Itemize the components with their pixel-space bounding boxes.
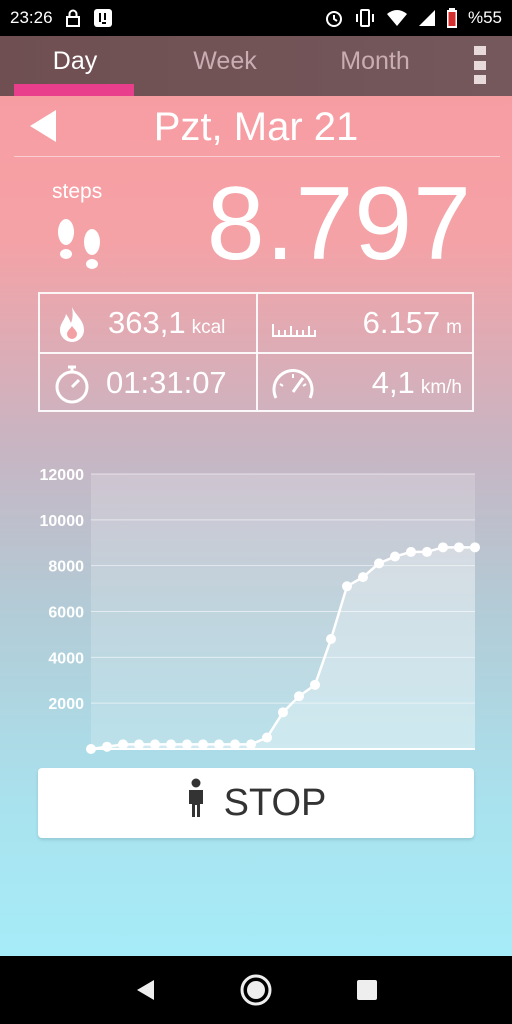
y-tick-label: 8000 xyxy=(48,559,84,576)
data-point xyxy=(118,739,128,750)
data-point xyxy=(278,707,288,718)
speed-stat: 4,1 km/h xyxy=(258,354,474,412)
ruler-icon xyxy=(270,304,316,344)
data-point xyxy=(102,741,112,752)
footprints-icon xyxy=(50,214,110,274)
calories-value: 363,1 xyxy=(108,305,186,340)
home-nav-icon[interactable] xyxy=(236,970,276,1010)
data-point xyxy=(150,739,160,750)
status-time: 23:26 xyxy=(10,8,53,27)
data-point xyxy=(310,679,320,690)
data-point xyxy=(422,546,432,557)
data-point xyxy=(182,739,192,750)
alarm-icon xyxy=(324,8,344,28)
person-icon xyxy=(186,778,206,828)
y-tick-label: 10000 xyxy=(40,513,85,530)
date-navigation: Pzt, Mar 21 xyxy=(0,96,512,158)
y-tick-label: 12000 xyxy=(40,467,85,484)
stopwatch-icon xyxy=(52,364,92,404)
stop-button-label: STOP xyxy=(223,781,327,824)
recents-nav-icon[interactable] xyxy=(347,970,387,1010)
stop-button[interactable]: STOP xyxy=(38,768,474,838)
vibrate-icon xyxy=(354,8,376,28)
data-point xyxy=(198,739,208,750)
data-point xyxy=(374,558,384,569)
system-nav-bar xyxy=(0,956,512,1024)
battery-percent: %55 xyxy=(467,8,502,27)
tab-week[interactable]: Week xyxy=(150,36,300,96)
data-point xyxy=(86,744,96,754)
data-point xyxy=(326,634,336,644)
distance-unit: m xyxy=(446,317,462,338)
status-bar: 23:26 %55 xyxy=(0,0,512,36)
speedometer-icon xyxy=(270,364,314,404)
lock-icon xyxy=(65,9,81,27)
y-tick-label: 4000 xyxy=(48,650,84,667)
data-point xyxy=(358,572,368,583)
overflow-menu-icon[interactable] xyxy=(474,46,488,84)
steps-count: 8.797 xyxy=(206,166,472,282)
calories-stat: 363,1 kcal xyxy=(40,294,256,352)
calories-unit: kcal xyxy=(191,317,226,338)
previous-day-arrow-icon[interactable] xyxy=(28,108,58,144)
speed-value: 4,1 xyxy=(371,365,415,400)
data-point xyxy=(342,581,352,592)
distance-stat: 6.157 m xyxy=(258,294,474,352)
data-point xyxy=(294,691,304,702)
speed-unit: km/h xyxy=(420,377,462,398)
battery-icon xyxy=(446,8,458,28)
distance-value: 6.157 xyxy=(362,305,441,340)
steps-chart: 2000400060008000100001200024681012141618… xyxy=(40,467,480,754)
data-point xyxy=(230,739,240,750)
data-point xyxy=(470,542,480,553)
duration-value: 01:31:07 xyxy=(106,365,227,400)
date-divider xyxy=(14,156,500,157)
duration-stat: 01:31:07 xyxy=(40,354,256,412)
y-tick-label: 6000 xyxy=(48,605,84,622)
tab-bar: Day Week Month xyxy=(0,36,512,96)
data-point xyxy=(390,551,400,562)
data-point xyxy=(134,739,144,750)
y-tick-label: 2000 xyxy=(48,696,84,713)
stats-grid: 363,1 kcal 6.157 m 01:31:07 4,1 km/h xyxy=(38,292,474,412)
back-nav-icon[interactable] xyxy=(125,970,165,1010)
active-tab-indicator xyxy=(14,84,134,96)
signal-icon xyxy=(418,9,436,27)
data-point xyxy=(406,546,416,557)
data-point xyxy=(454,542,464,553)
data-point xyxy=(246,739,256,750)
current-date: Pzt, Mar 21 xyxy=(153,104,359,149)
data-point xyxy=(214,739,224,750)
steps-label: steps xyxy=(52,180,103,203)
data-point xyxy=(438,542,448,553)
app-screen: Day Week Month Pzt, Mar 21 steps 8.797 3… xyxy=(0,36,512,956)
app-notification-icon xyxy=(93,8,113,28)
flame-icon xyxy=(52,304,92,344)
tab-month[interactable]: Month xyxy=(300,36,450,96)
data-point xyxy=(262,732,272,743)
wifi-icon xyxy=(386,9,408,27)
data-point xyxy=(166,739,176,750)
